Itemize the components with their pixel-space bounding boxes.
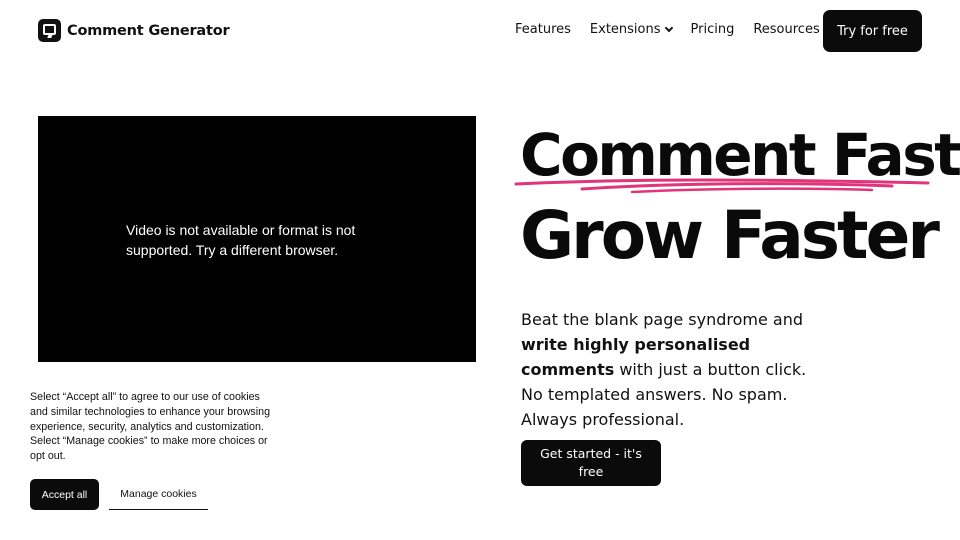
get-started-button[interactable]: Get started - it's free xyxy=(521,440,661,486)
brand-name: Comment Generator xyxy=(67,22,230,39)
nav-resources[interactable]: Resources xyxy=(753,22,832,37)
site-header: Comment Generator Features Extensions Pr… xyxy=(0,0,960,62)
comment-generator-logo-icon xyxy=(38,19,61,42)
hero-description: Beat the blank page syndrome and write h… xyxy=(521,307,821,432)
headline-underline-squiggle xyxy=(514,178,930,194)
video-unavailable-message: Video is not available or format is not … xyxy=(126,222,356,258)
chevron-down-icon xyxy=(664,23,673,33)
video-player[interactable]: Video is not available or format is not … xyxy=(38,116,476,362)
nav-features[interactable]: Features xyxy=(515,22,571,37)
nav-resources-label: Resources xyxy=(753,22,820,37)
try-for-free-button[interactable]: Try for free xyxy=(823,10,922,52)
manage-cookies-button[interactable]: Manage cookies xyxy=(109,479,208,510)
brand-logo[interactable]: Comment Generator xyxy=(38,19,230,42)
accept-all-button[interactable]: Accept all xyxy=(30,479,99,510)
nav-extensions[interactable]: Extensions xyxy=(589,22,673,37)
nav-features-label: Features xyxy=(515,22,571,37)
cookie-consent-text: Select “Accept all” to agree to our use … xyxy=(30,391,271,463)
description-intro: Beat the blank page syndrome and xyxy=(521,310,804,329)
headline-grow-faster: Grow Faster xyxy=(520,197,940,274)
nav-pricing[interactable]: Pricing xyxy=(691,22,735,37)
nav-pricing-label: Pricing xyxy=(690,22,735,37)
main-nav: Features Extensions Pricing Resources xyxy=(515,22,850,37)
nav-extensions-label: Extensions xyxy=(589,22,661,37)
